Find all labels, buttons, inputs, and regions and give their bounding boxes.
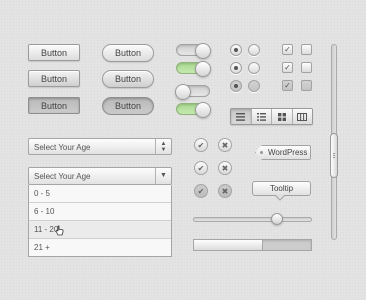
check-circle-button[interactable]: ✔	[194, 161, 208, 175]
tag-label: WordPress	[268, 148, 308, 157]
radio-dot	[234, 48, 238, 52]
age-dropdown-list: 0 - 5 6 - 10 11 - 20 21 +	[28, 185, 172, 257]
toggle-knob	[175, 84, 191, 100]
list-view-icon[interactable]	[231, 109, 252, 124]
age-select[interactable]: Select Your Age ▲ ▼	[28, 138, 172, 155]
checkbox-unchecked[interactable]	[301, 62, 312, 73]
grip-line	[333, 154, 335, 156]
progress-bar	[193, 239, 312, 251]
close-circle-button[interactable]: ✖	[218, 161, 232, 175]
toggle-off[interactable]	[176, 43, 211, 59]
detail-list-view-icon[interactable]	[251, 109, 272, 124]
radio-selected[interactable]	[230, 62, 242, 74]
close-circle-button[interactable]: ✖	[218, 138, 232, 152]
close-icon: ✖	[221, 140, 229, 150]
radio-dot	[234, 84, 238, 88]
age-select-open-value: Select Your Age	[34, 172, 91, 181]
radio-disabled[interactable]	[248, 80, 260, 92]
close-icon: ✖	[221, 163, 229, 173]
list-view-icon-glyph	[236, 112, 246, 121]
pill-button-hover[interactable]: Button	[102, 70, 154, 88]
hand-cursor-icon	[55, 225, 64, 236]
list-item[interactable]: 6 - 10	[29, 203, 171, 221]
wordpress-tag[interactable]: WordPress	[255, 145, 311, 160]
radio-selected[interactable]	[230, 44, 242, 56]
check-icon: ✔	[197, 186, 205, 196]
age-select-open[interactable]: Select Your Age ▼	[28, 167, 172, 185]
detail-list-view-icon-glyph	[256, 112, 266, 121]
scrollbar-track[interactable]	[330, 44, 338, 240]
option-label: 21 +	[34, 243, 50, 252]
close-icon: ✖	[221, 186, 229, 196]
toggle-on[interactable]	[176, 102, 211, 118]
radio-unselected[interactable]	[248, 62, 260, 74]
checkbox-unchecked[interactable]	[301, 44, 312, 55]
slider-thumb[interactable]	[271, 213, 284, 225]
toggle-on[interactable]	[176, 61, 211, 77]
grip-line	[333, 156, 335, 158]
age-select-value: Select Your Age	[34, 143, 91, 152]
tooltip-label: Tooltip	[269, 184, 294, 193]
slider-track[interactable]	[193, 217, 312, 222]
column-view-icon-glyph	[297, 112, 308, 121]
tag-hole	[260, 151, 263, 154]
select-arrows-icon: ▲ ▼	[155, 139, 171, 154]
grip-line	[333, 152, 335, 154]
list-item[interactable]: 21 +	[29, 239, 171, 256]
check-icon: ✔	[197, 163, 205, 173]
checkbox-checked[interactable]: ✓	[282, 44, 293, 55]
toggle-knob	[195, 61, 211, 77]
tooltip-pointer	[275, 195, 285, 201]
radio-disabled-selected[interactable]	[230, 80, 242, 92]
radio-unselected[interactable]	[248, 44, 260, 56]
checkbox-disabled-checked[interactable]: ✓	[282, 80, 293, 91]
progress-fill	[194, 240, 263, 250]
option-label: 6 - 10	[34, 207, 55, 216]
close-circle-button-pressed[interactable]: ✖	[218, 184, 232, 198]
check-icon: ✔	[197, 140, 205, 150]
list-item[interactable]: 0 - 5	[29, 185, 171, 203]
toggle-off[interactable]	[175, 84, 210, 100]
tooltip: Tooltip	[252, 181, 311, 196]
column-view-icon[interactable]	[292, 109, 312, 124]
toggle-knob	[195, 102, 211, 118]
pill-button-default[interactable]: Button	[102, 44, 154, 62]
option-label: 0 - 5	[34, 189, 51, 198]
pill-button-pressed[interactable]: Button	[102, 97, 154, 115]
square-button-default[interactable]: Button	[28, 44, 80, 61]
toggle-knob	[195, 43, 211, 59]
square-button-hover[interactable]: Button	[28, 70, 80, 87]
view-segmented-control	[230, 108, 313, 125]
radio-dot	[234, 66, 238, 70]
check-circle-button-pressed[interactable]: ✔	[194, 184, 208, 198]
checkbox-disabled[interactable]	[301, 80, 312, 91]
list-item[interactable]: 11 - 20	[29, 221, 171, 239]
grid-view-icon[interactable]	[272, 109, 293, 124]
square-button-pressed[interactable]: Button	[28, 97, 80, 114]
check-circle-button[interactable]: ✔	[194, 138, 208, 152]
chevron-down-icon: ▼	[155, 168, 171, 184]
scrollbar-thumb[interactable]	[330, 132, 338, 178]
checkbox-checked[interactable]: ✓	[282, 62, 293, 73]
grid-view-icon-glyph	[277, 112, 286, 121]
